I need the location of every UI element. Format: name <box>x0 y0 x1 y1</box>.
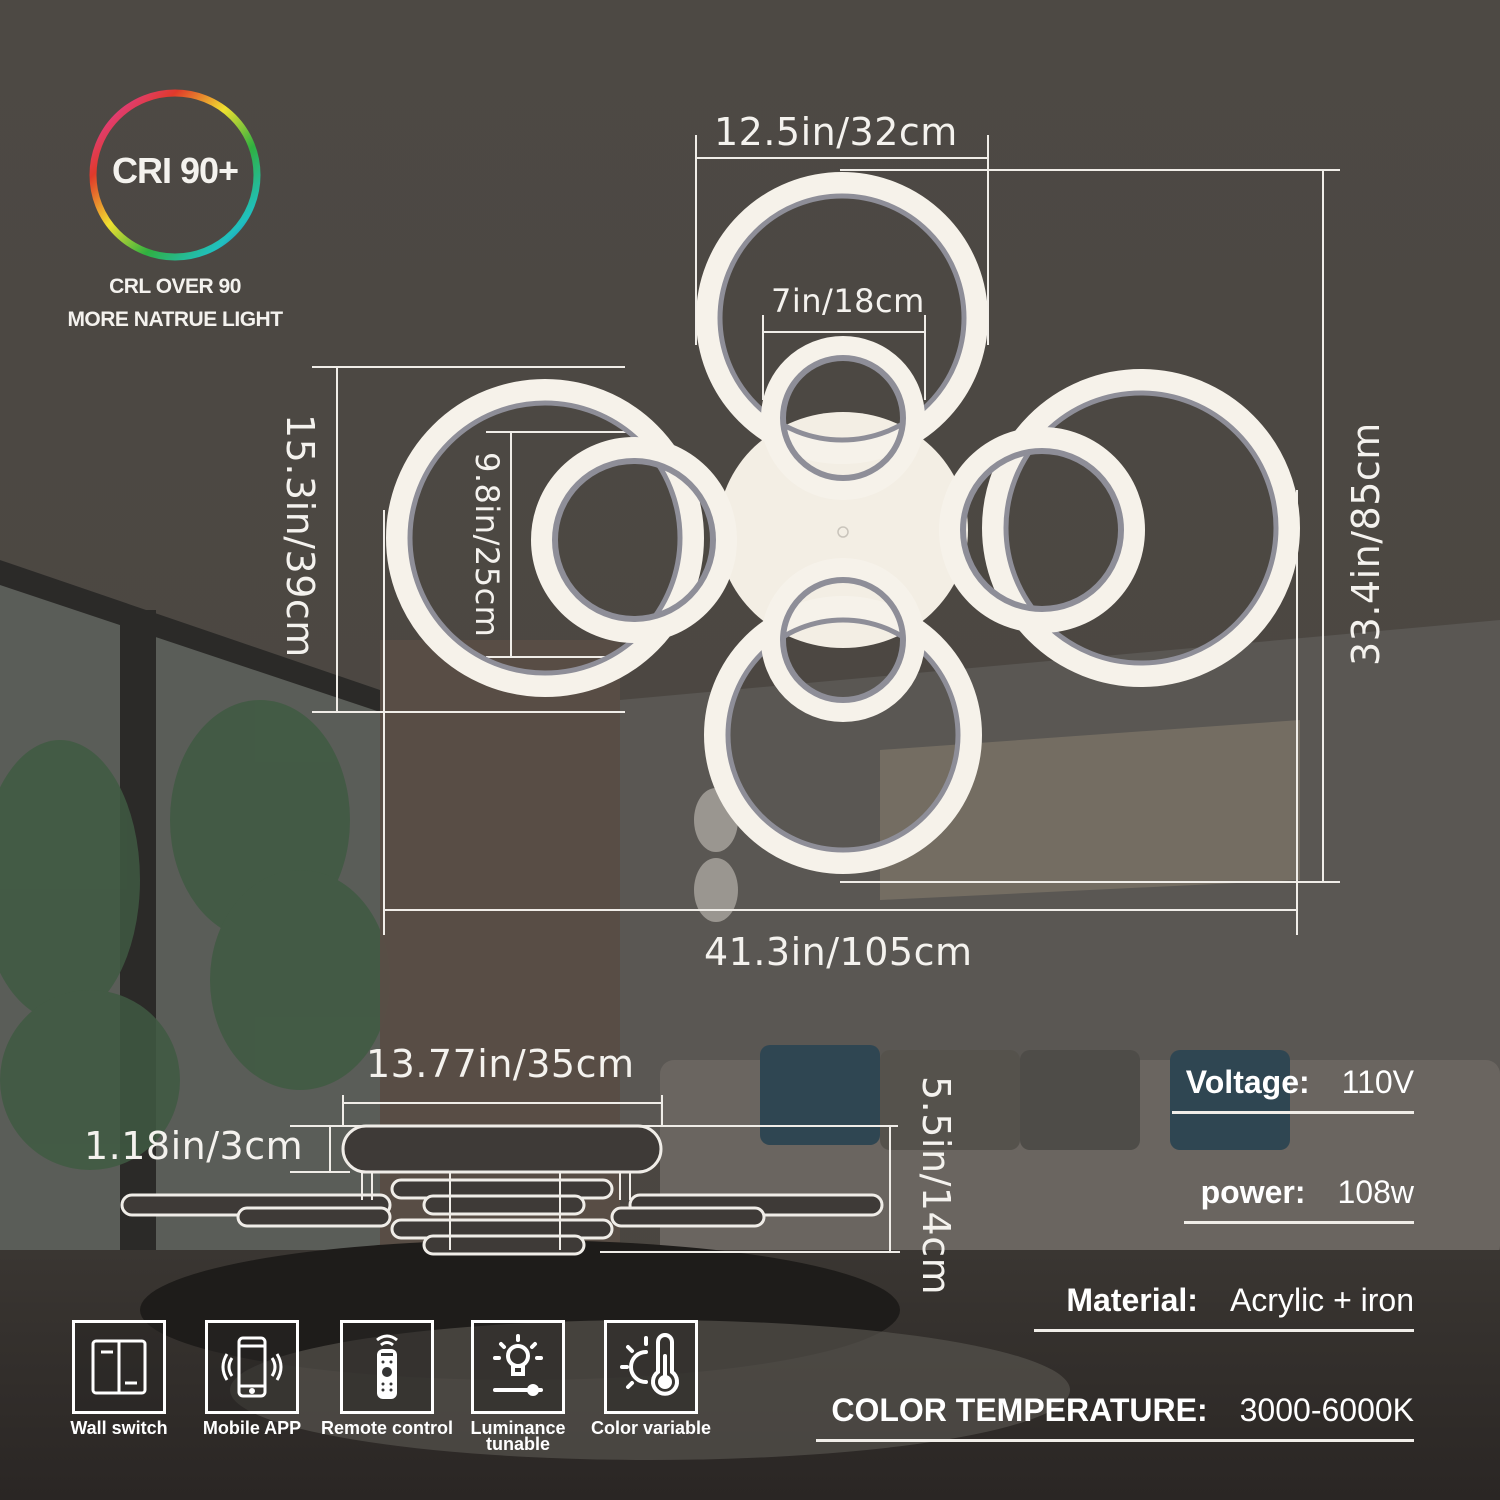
feature-label: Luminance tunable <box>470 1418 566 1454</box>
spec-color-temperature: COLOR TEMPERATURE: 3000-6000K <box>816 1392 1414 1442</box>
feature-label: Mobile APP <box>202 1418 302 1438</box>
spec-key: COLOR TEMPERATURE: <box>831 1392 1208 1428</box>
spec-key: Material: <box>1066 1282 1198 1318</box>
feature-remote-control: Remote control <box>320 1320 454 1438</box>
spec-value: 3000-6000K <box>1239 1392 1414 1428</box>
color-temperature-icon <box>620 1333 679 1396</box>
spec-value: 110V <box>1341 1064 1414 1100</box>
spec-value: Acrylic + iron <box>1229 1282 1414 1318</box>
wall-switch-icon <box>91 1339 147 1395</box>
spec-voltage: Voltage: 110V <box>1172 1064 1414 1114</box>
dim-base-thickness: 1.18in/3cm <box>84 1124 304 1168</box>
luminance-icon <box>493 1334 543 1396</box>
feature-label: Color variable <box>590 1418 712 1438</box>
mobile-app-icon <box>221 1336 283 1398</box>
spec-power: power: 108w <box>1184 1174 1414 1224</box>
feature-color-variable: Color variable <box>586 1320 716 1438</box>
spec-value: 108w <box>1337 1174 1415 1210</box>
remote-control-icon <box>376 1334 398 1399</box>
dim-side-height: 5.5in/14cm <box>914 1076 958 1296</box>
lamp-side-view <box>120 1095 900 1256</box>
spec-key: Voltage: <box>1185 1064 1310 1100</box>
spec-material: Material: Acrylic + iron <box>1034 1282 1414 1332</box>
spec-key: power: <box>1200 1174 1306 1210</box>
feature-label: Wall switch <box>70 1418 168 1438</box>
feature-mobile-app: Mobile APP <box>187 1320 317 1438</box>
feature-label: Remote control <box>320 1418 453 1438</box>
dim-base-width: 13.77in/35cm <box>366 1042 635 1086</box>
feature-luminance-tunable: Luminance tunable <box>453 1320 583 1454</box>
feature-wall-switch: Wall switch <box>54 1320 184 1438</box>
